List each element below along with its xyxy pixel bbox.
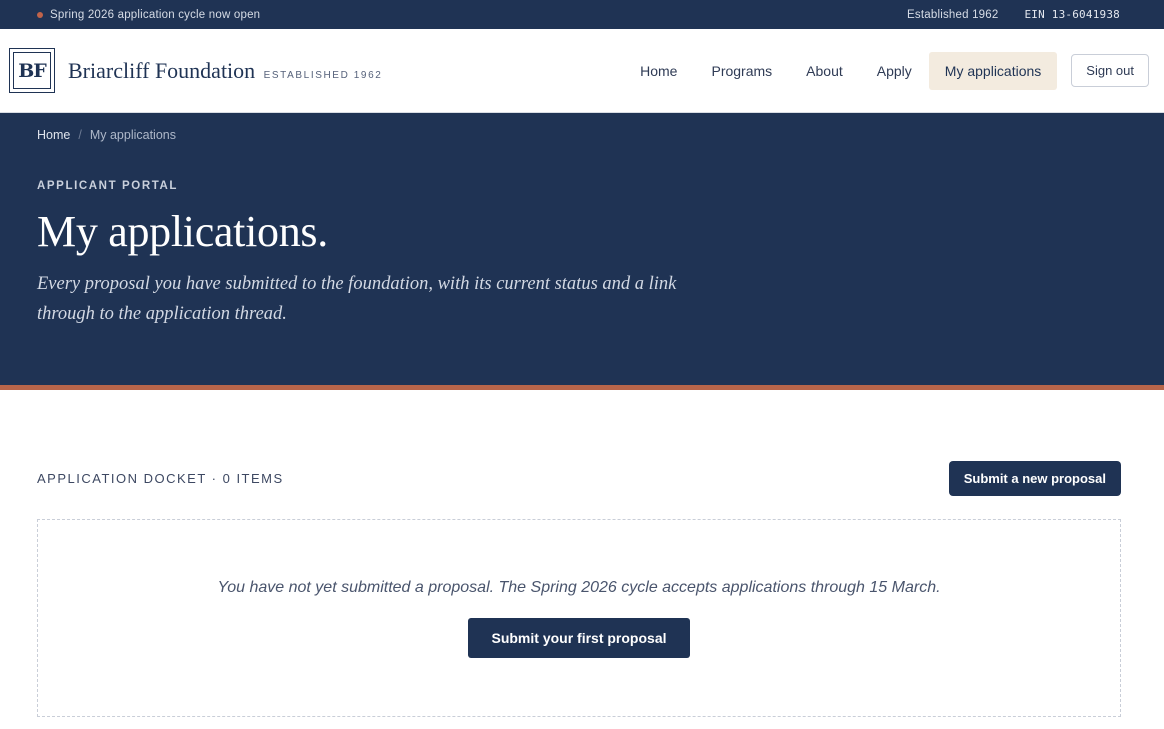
main-nav: Home Programs About Apply My application… — [623, 51, 1149, 90]
empty-state-message: You have not yet submitted a proposal. T… — [217, 579, 941, 596]
org-meta: Established 1962 EIN 13-6041938 — [907, 8, 1120, 21]
page-subtitle: Every proposal you have submitted to the… — [37, 274, 677, 324]
site-header: BF Briarcliff Foundation ESTABLISHED 196… — [0, 29, 1164, 113]
docket-title: APPLICATION DOCKET · 0 ITEMS — [37, 471, 284, 486]
nav-item-apply[interactable]: Apply — [860, 52, 929, 90]
brand-tagline: ESTABLISHED 1962 — [263, 69, 383, 81]
page-title: My applications. — [37, 207, 328, 256]
monogram-logo: BF — [9, 48, 55, 93]
page-hero: Home / My applications APPLICANT PORTAL … — [0, 113, 1164, 390]
docket-header: APPLICATION DOCKET · 0 ITEMS Submit a ne… — [0, 461, 1164, 496]
sign-out-button[interactable]: Sign out — [1071, 54, 1149, 87]
announcement: Spring 2026 application cycle now open — [37, 9, 260, 21]
established-text: Established 1962 — [907, 8, 999, 21]
breadcrumb: Home / My applications — [37, 113, 1127, 142]
empty-state: You have not yet submitted a proposal. T… — [37, 519, 1121, 717]
brand-logo-link[interactable]: BF Briarcliff Foundation ESTABLISHED 196… — [9, 48, 382, 93]
breadcrumb-current: My applications — [89, 128, 176, 142]
nav-item-home[interactable]: Home — [623, 52, 694, 90]
application-docket: APPLICATION DOCKET · 0 ITEMS Submit a ne… — [0, 461, 1164, 717]
brand-name: Briarcliff Foundation — [68, 57, 256, 83]
submit-first-proposal-button[interactable]: Submit your first proposal — [468, 618, 690, 658]
breadcrumb-separator: / — [78, 128, 82, 142]
announcement-bar: Spring 2026 application cycle now open E… — [0, 0, 1164, 29]
breadcrumb-home-link[interactable]: Home — [37, 128, 70, 142]
status-dot-icon — [37, 11, 43, 18]
brand-text: Briarcliff Foundation ESTABLISHED 1962 — [68, 58, 382, 84]
nav-item-my-applications[interactable]: My applications — [928, 51, 1058, 90]
announcement-text: Spring 2026 application cycle now open — [50, 8, 261, 21]
ein-text: EIN 13-6041938 — [1024, 8, 1120, 21]
submit-new-proposal-button[interactable]: Submit a new proposal — [948, 461, 1121, 496]
nav-item-programs[interactable]: Programs — [694, 52, 789, 90]
monogram-letters: BF — [18, 59, 47, 82]
nav-item-about[interactable]: About — [789, 52, 860, 90]
hero-eyebrow: APPLICANT PORTAL — [37, 180, 179, 192]
